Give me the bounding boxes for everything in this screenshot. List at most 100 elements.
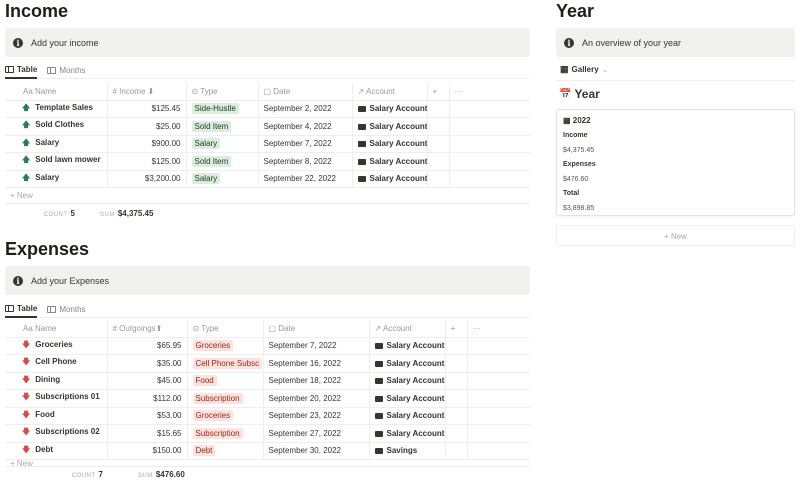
column-name[interactable]: Aa Name bbox=[5, 320, 108, 338]
cell-account[interactable]: Savings bbox=[369, 442, 446, 460]
cell-account[interactable]: Salary Account bbox=[369, 372, 446, 390]
table-row[interactable]: 🡇 Cell Phone $35.00 Cell Phone Subsc Septemb… bbox=[5, 354, 530, 373]
table-row[interactable]: 🡅 Salary $3,200.00 Salary September 22, 2022… bbox=[5, 170, 530, 188]
cell-amount[interactable]: $53.00 bbox=[107, 407, 188, 425]
cell-type[interactable]: Sold Item bbox=[186, 152, 259, 171]
cell-date[interactable]: September 2, 2022 bbox=[258, 100, 353, 118]
cell-account[interactable]: Salary Account bbox=[352, 135, 428, 153]
column-account[interactable]: ↗ Account bbox=[369, 320, 446, 338]
cell-account[interactable]: Salary Account bbox=[352, 152, 428, 171]
table-row[interactable]: 🡇 Groceries $65.95 Groceries September 7, 20… bbox=[5, 337, 530, 355]
cell-amount[interactable]: $900.00 bbox=[107, 135, 187, 153]
table-row[interactable]: 🡇 Debt $150.00 Debt September 30, 2022 Saving… bbox=[5, 442, 530, 460]
cell-account[interactable]: Salary Account bbox=[369, 424, 446, 443]
income-count[interactable]: COUNT 5 bbox=[5, 209, 75, 218]
cell-account[interactable]: Salary Account bbox=[369, 354, 446, 373]
tab-months[interactable]: Months bbox=[47, 302, 86, 318]
column-date[interactable]: ▢ Date bbox=[258, 83, 353, 101]
table-row[interactable]: 🡅 Sold lawn mower $125.00 Sold Item Septembe… bbox=[5, 152, 530, 171]
year-card-2022[interactable]: ▦ 2022 Income $4,375.45 Expenses $476.60… bbox=[556, 109, 795, 216]
add-expense-row-button[interactable]: + New bbox=[5, 460, 530, 467]
table-row[interactable]: 🡇 Subscriptions 01 $112.00 Subscription Sept… bbox=[5, 389, 530, 408]
cell-name[interactable]: 🡅 Salary bbox=[5, 170, 108, 188]
cell-amount[interactable]: $112.00 bbox=[107, 389, 188, 408]
cell-amount[interactable]: $15.65 bbox=[107, 424, 188, 443]
cell-amount[interactable]: $45.00 bbox=[107, 372, 188, 390]
cell-date[interactable]: September 23, 2022 bbox=[263, 407, 370, 425]
cell-name[interactable]: 🡅 Sold lawn mower bbox=[5, 152, 108, 171]
cell-name[interactable]: 🡇 Dining bbox=[5, 372, 108, 390]
cell-name[interactable]: 🡇 Subscriptions 01 bbox=[5, 389, 108, 408]
cell-type[interactable]: Cell Phone Subsc bbox=[187, 354, 264, 373]
column-amount[interactable]: # Income ⬇ bbox=[107, 83, 187, 101]
cell-date[interactable]: September 22, 2022 bbox=[258, 170, 353, 188]
cell-amount[interactable]: $65.95 bbox=[107, 337, 188, 355]
cell-amount[interactable]: $125.00 bbox=[107, 152, 187, 171]
tab-months[interactable]: Months bbox=[47, 63, 86, 79]
cell-account[interactable]: Salary Account bbox=[369, 389, 446, 408]
cell-type[interactable]: Subscription bbox=[187, 389, 264, 408]
row-name: Food bbox=[35, 409, 55, 419]
expenses-count[interactable]: COUNT 7 bbox=[5, 470, 103, 479]
cell-account[interactable]: Salary Account bbox=[369, 407, 446, 425]
cell-type[interactable]: Food bbox=[187, 372, 264, 390]
table-row[interactable]: 🡅 Salary $900.00 Salary September 7, 2022 Sal… bbox=[5, 135, 530, 153]
cell-date[interactable]: September 4, 2022 bbox=[258, 117, 353, 136]
add-column-button[interactable]: + bbox=[445, 320, 468, 338]
cell-date[interactable]: September 8, 2022 bbox=[258, 152, 353, 171]
column-name[interactable]: Aa Name bbox=[5, 83, 108, 101]
column-options-button[interactable]: ··· bbox=[467, 320, 530, 338]
gallery-view-selector[interactable]: ▦ Gallery ⌄ bbox=[556, 59, 795, 81]
cell-account[interactable]: Salary Account bbox=[352, 117, 428, 136]
cell-amount[interactable]: $3,200.00 bbox=[107, 170, 187, 188]
table-row[interactable]: 🡇 Subscriptions 02 $15.65 Subscription Septe… bbox=[5, 424, 530, 443]
column-account[interactable]: ↗ Account bbox=[352, 83, 428, 101]
cell-type[interactable]: Sold Item bbox=[186, 117, 259, 136]
new-year-button[interactable]: + New bbox=[556, 225, 795, 246]
cell-date[interactable]: September 20, 2022 bbox=[263, 389, 370, 408]
cell-name[interactable]: 🡇 Groceries bbox=[5, 337, 108, 355]
cell-type[interactable]: Debt bbox=[187, 442, 264, 460]
cell-amount[interactable]: $150.00 bbox=[107, 442, 188, 460]
cell-type[interactable]: Salary bbox=[186, 135, 259, 153]
cell-amount[interactable]: $25.00 bbox=[107, 117, 187, 136]
income-sum[interactable]: SUM $4,375.45 bbox=[100, 209, 153, 218]
cell-type[interactable]: Salary bbox=[186, 170, 259, 188]
tab-table[interactable]: Table bbox=[5, 302, 38, 318]
cell-date[interactable]: September 16, 2022 bbox=[263, 354, 370, 373]
column-type[interactable]: ⊙ Type bbox=[187, 320, 264, 338]
cell-name[interactable]: 🡇 Debt bbox=[5, 442, 108, 460]
cell-amount[interactable]: $35.00 bbox=[107, 354, 188, 373]
table-row[interactable]: 🡇 Food $53.00 Groceries September 23, 2022 Sa… bbox=[5, 407, 530, 425]
cell-date[interactable]: September 7, 2022 bbox=[258, 135, 353, 153]
cell-date[interactable]: September 30, 2022 bbox=[263, 442, 370, 460]
table-row[interactable]: 🡅 Template Sales $125.45 Side-Hustle Septemb… bbox=[5, 100, 530, 118]
cell-name[interactable]: 🡇 Food bbox=[5, 407, 108, 425]
cell-type[interactable]: Groceries bbox=[187, 407, 264, 425]
cell-account[interactable]: Salary Account bbox=[369, 337, 446, 355]
add-income-row-button[interactable]: + New bbox=[5, 188, 530, 204]
cell-name[interactable]: 🡇 Subscriptions 02 bbox=[5, 424, 108, 443]
cell-date[interactable]: September 7, 2022 bbox=[263, 337, 370, 355]
cell-name[interactable]: 🡇 Cell Phone bbox=[5, 354, 108, 373]
cell-account[interactable]: Salary Account bbox=[352, 100, 428, 118]
expenses-sum[interactable]: SUM $476.60 bbox=[138, 470, 185, 479]
cell-date[interactable]: September 18, 2022 bbox=[263, 372, 370, 390]
cell-type[interactable]: Subscription bbox=[187, 424, 264, 443]
cell-type[interactable]: Groceries bbox=[187, 337, 264, 355]
cell-account[interactable]: Salary Account bbox=[352, 170, 428, 188]
column-date[interactable]: ▢ Date bbox=[263, 320, 370, 338]
table-row[interactable]: 🡇 Dining $45.00 Food September 18, 2022 Salar… bbox=[5, 372, 530, 390]
table-row[interactable]: 🡅 Sold Clothes $25.00 Sold Item September 4,… bbox=[5, 117, 530, 136]
column-amount[interactable]: # Outgoings⬆ bbox=[107, 320, 188, 338]
add-column-button[interactable]: + bbox=[427, 83, 450, 101]
column-options-button[interactable]: ··· bbox=[449, 83, 530, 101]
cell-date[interactable]: September 27, 2022 bbox=[263, 424, 370, 443]
cell-type[interactable]: Side-Hustle bbox=[186, 100, 259, 118]
tab-table[interactable]: Table bbox=[5, 63, 38, 79]
column-type[interactable]: ⊙ Type bbox=[186, 83, 259, 101]
cell-name[interactable]: 🡅 Sold Clothes bbox=[5, 117, 108, 136]
cell-name[interactable]: 🡅 Salary bbox=[5, 135, 108, 153]
cell-name[interactable]: 🡅 Template Sales bbox=[5, 100, 108, 118]
cell-amount[interactable]: $125.45 bbox=[107, 100, 187, 118]
